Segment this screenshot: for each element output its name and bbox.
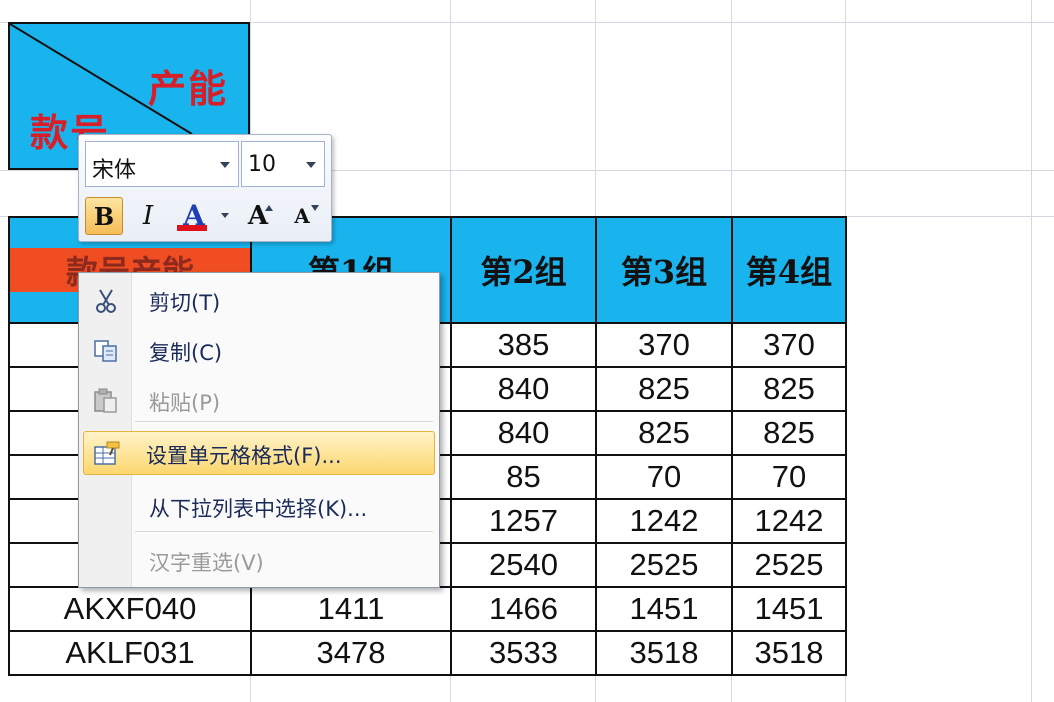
cell[interactable]: AKXF040 (8, 586, 252, 632)
cell[interactable]: 2540 (450, 542, 597, 588)
cell[interactable]: 3478 (250, 630, 452, 676)
cell[interactable]: 85 (450, 454, 597, 500)
menu-item-reconvert[interactable]: 汉字重选(V) (83, 539, 435, 583)
cell[interactable]: 825 (595, 410, 733, 456)
cell[interactable]: 3518 (731, 630, 847, 676)
cell[interactable]: 2525 (731, 542, 847, 588)
font-color-swatch (177, 225, 207, 231)
diagonal-top-label: 产能 (147, 66, 228, 111)
grow-font-button[interactable]: A (239, 197, 277, 235)
menu-item-paste[interactable]: 粘贴(P) (83, 379, 435, 423)
cell[interactable]: 385 (450, 322, 597, 368)
shrink-font-button[interactable]: A (283, 197, 321, 235)
cell[interactable]: 825 (731, 366, 847, 412)
bold-icon: B (93, 201, 115, 231)
chevron-down-icon[interactable] (306, 162, 316, 168)
italic-icon: I (142, 201, 154, 231)
chevron-down-icon[interactable] (220, 162, 230, 168)
cell[interactable]: 70 (731, 454, 847, 500)
cell[interactable]: 825 (595, 366, 733, 412)
header-cell-group-2[interactable]: 第2组 (450, 216, 597, 324)
italic-button[interactable]: I (129, 197, 167, 235)
menu-item-label: 设置单元格格式(F)... (146, 444, 342, 468)
menu-item-label: 汉字重选(V) (149, 551, 264, 575)
cell[interactable]: AKLF031 (8, 630, 252, 676)
menu-item-copy[interactable]: 复制(C) (83, 329, 435, 373)
menu-separator (135, 421, 433, 422)
header-cell-group-3[interactable]: 第3组 (595, 216, 733, 324)
cell[interactable]: 840 (450, 366, 597, 412)
cell[interactable]: 840 (450, 410, 597, 456)
menu-separator (135, 531, 433, 532)
cell[interactable]: 1451 (731, 586, 847, 632)
table-row: AKLF031 3478 3533 3518 3518 (8, 630, 847, 676)
menu-item-format-cells[interactable]: 设置单元格格式(F)... (83, 431, 435, 475)
table-row: AKXF040 1411 1466 1451 1451 (8, 586, 847, 632)
cell[interactable]: 70 (595, 454, 733, 500)
font-size-combo[interactable]: 10 (241, 141, 325, 187)
font-color-dropdown-icon[interactable] (221, 213, 229, 218)
shrink-arrow-icon (311, 205, 319, 211)
menu-item-label: 粘贴(P) (149, 391, 221, 415)
paste-icon (91, 387, 121, 415)
menu-item-label: 剪切(T) (149, 291, 221, 315)
copy-icon (91, 337, 121, 365)
cell[interactable]: 1242 (595, 498, 733, 544)
cell[interactable]: 1451 (595, 586, 733, 632)
menu-item-label: 复制(C) (149, 341, 223, 365)
bold-button[interactable]: B (85, 197, 123, 235)
font-size-value: 10 (248, 152, 276, 177)
header-cell-group-4[interactable]: 第4组 (731, 216, 847, 324)
context-menu: 剪切(T) 复制(C) 粘贴(P) 设置单元格格式(F)... 从下拉列表中选择… (78, 272, 440, 588)
cell[interactable]: 3518 (595, 630, 733, 676)
font-name-value: 宋体 (92, 158, 137, 183)
menu-item-label: 从下拉列表中选择(K)... (149, 497, 368, 521)
cell[interactable]: 1466 (450, 586, 597, 632)
cell[interactable]: 370 (595, 322, 733, 368)
scissors-icon (91, 287, 121, 315)
cell[interactable]: 2525 (595, 542, 733, 588)
font-name-combo[interactable]: 宋体 (85, 141, 239, 187)
menu-item-cut[interactable]: 剪切(T) (83, 279, 435, 323)
cell[interactable]: 1242 (731, 498, 847, 544)
format-cells-icon (92, 440, 122, 468)
shrink-font-icon: A (294, 204, 310, 228)
menu-item-pick-from-list[interactable]: 从下拉列表中选择(K)... (83, 485, 435, 529)
grow-arrow-icon (265, 205, 273, 211)
cell[interactable]: 370 (731, 322, 847, 368)
cell[interactable]: 1257 (450, 498, 597, 544)
cell[interactable]: 1411 (250, 586, 452, 632)
mini-format-toolbar: 宋体 10 B I A A A (78, 134, 332, 242)
cell[interactable]: 825 (731, 410, 847, 456)
cell[interactable]: 3533 (450, 630, 597, 676)
